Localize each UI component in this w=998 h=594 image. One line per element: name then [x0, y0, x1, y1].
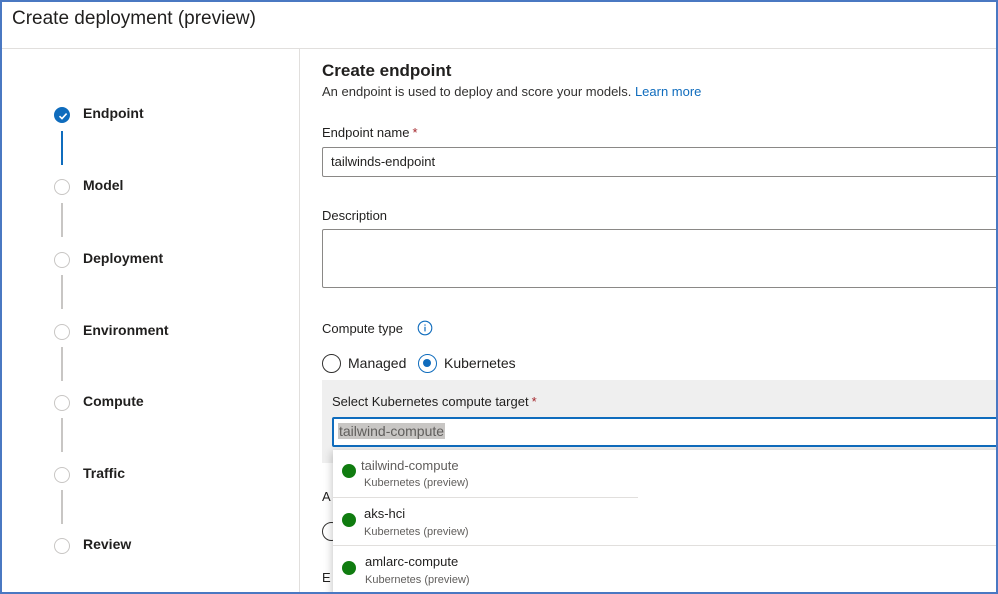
step-connector [61, 418, 63, 452]
title-bar: Create deployment (preview) [2, 2, 996, 49]
compute-target-label-text: Select Kubernetes compute target [332, 394, 529, 409]
step-label: Traffic [83, 465, 126, 481]
required-marker: * [412, 125, 418, 140]
option-type: Kubernetes (preview) [364, 477, 469, 489]
running-status-icon [342, 561, 356, 575]
description-label: Description [322, 208, 388, 223]
endpoint-name-label-text: Endpoint name [322, 125, 410, 140]
step-label: Model [83, 177, 124, 193]
step-label: Compute [83, 393, 144, 409]
learn-more-link[interactable]: Learn more [635, 84, 701, 99]
option-name: tailwind-compute [361, 458, 459, 473]
step-connector [61, 203, 63, 237]
step-connector [61, 490, 63, 524]
step-connector [61, 347, 63, 381]
compute-target-label: Select Kubernetes compute target * [332, 394, 537, 409]
dropdown-option[interactable]: amlarc-compute Kubernetes (preview) [333, 546, 996, 592]
option-name: aks-hci [364, 506, 406, 521]
endpoint-name-label: Endpoint name * [322, 125, 418, 140]
radio-circle-icon [322, 354, 341, 373]
option-name: amlarc-compute [365, 554, 459, 569]
description-textarea[interactable] [322, 229, 996, 288]
step-circle-icon [54, 252, 70, 268]
partially-hidden-label: A [322, 489, 331, 504]
step-circle-icon [54, 324, 70, 340]
radio-selected-icon [418, 354, 437, 373]
step-connector [61, 275, 63, 309]
wizard-steps: Endpoint Model Deployment Environment Co… [2, 49, 300, 592]
running-status-icon [342, 464, 356, 478]
step-label: Deployment [83, 250, 164, 266]
step-label: Endpoint [83, 105, 144, 121]
compute-target-value: tailwind-compute [338, 423, 446, 439]
step-circle-icon [54, 395, 70, 411]
step-label: Review [83, 536, 132, 552]
step-connector [61, 131, 63, 165]
step-circle-icon [54, 467, 70, 483]
checkmark-icon [54, 107, 70, 123]
section-description: An endpoint is used to deploy and score … [322, 84, 701, 99]
dialog-window: Create deployment (preview) Endpoint Mod… [0, 0, 998, 594]
page-title: Create deployment (preview) [12, 8, 256, 29]
compute-target-combobox[interactable]: tailwind-compute [332, 417, 996, 447]
dropdown-option[interactable]: aks-hci Kubernetes (preview) [333, 498, 996, 546]
option-type: Kubernetes (preview) [364, 526, 469, 538]
section-title: Create endpoint [322, 61, 452, 80]
section-description-text: An endpoint is used to deploy and score … [322, 84, 632, 99]
endpoint-name-input[interactable]: tailwinds-endpoint [322, 147, 996, 177]
required-marker: * [531, 394, 537, 409]
compute-type-label: Compute type [322, 321, 403, 336]
running-status-icon [342, 513, 356, 527]
partially-hidden-label: E [322, 570, 331, 585]
option-type: Kubernetes (preview) [365, 574, 470, 586]
info-icon[interactable] [417, 320, 433, 336]
step-circle-icon [54, 179, 70, 195]
radio-label: Managed [348, 355, 407, 371]
dropdown-option[interactable]: tailwind-compute Kubernetes (preview) [333, 450, 996, 498]
radio-label: Kubernetes [444, 355, 516, 371]
step-circle-icon [54, 538, 70, 554]
compute-target-dropdown: tailwind-compute Kubernetes (preview) ak… [333, 450, 996, 592]
step-label: Environment [83, 322, 169, 338]
